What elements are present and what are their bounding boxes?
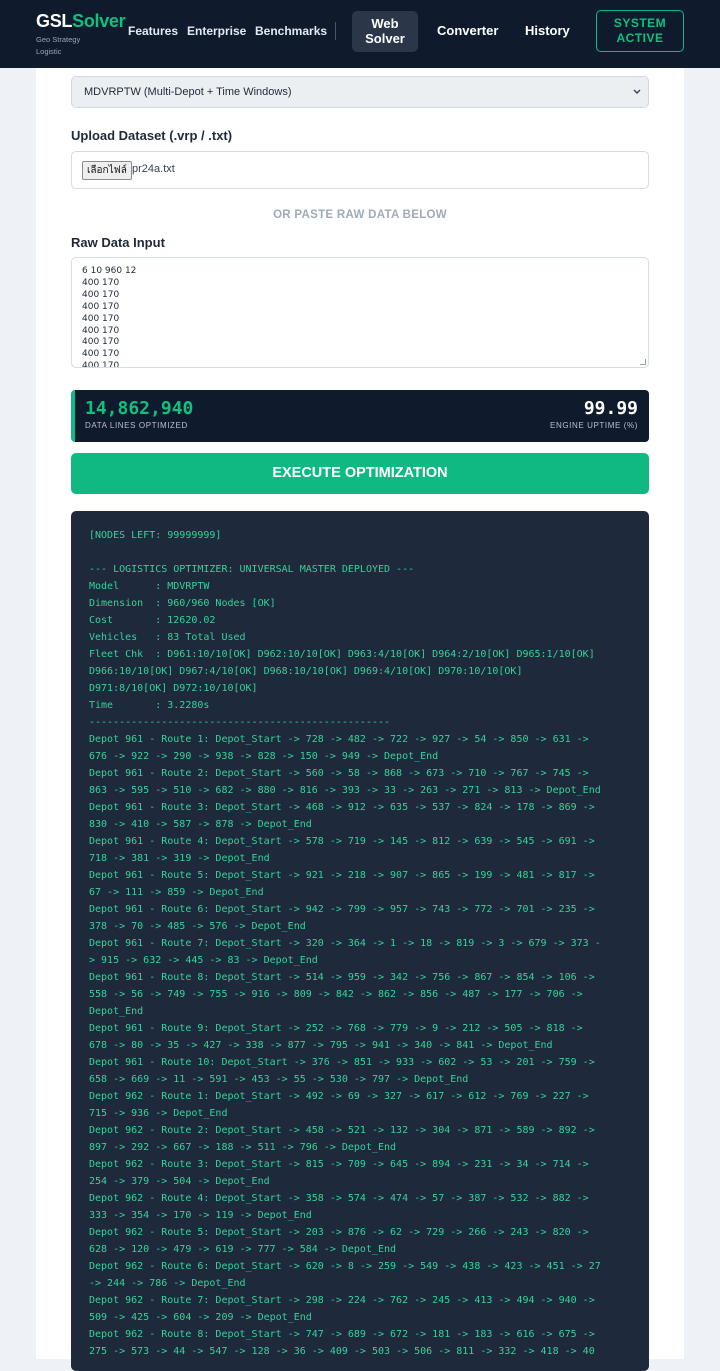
console-line: D966:10/10[OK] D967:4/10[OK] D968:10/10[… — [89, 666, 523, 677]
console-line: D971:8/10[OK] D972:10/10[OK] — [89, 683, 258, 694]
console-line: Depot 962 - Route 3: Depot_Start -> 815 … — [89, 1159, 589, 1170]
execute-optimization-button[interactable]: EXECUTE OPTIMIZATION — [71, 453, 649, 494]
console-line: Dimension : 960/960 Nodes [OK] — [89, 598, 276, 609]
raw-data-line: 400 170 — [82, 289, 120, 300]
console-line: Depot 961 - Route 3: Depot_Start -> 468 … — [89, 802, 595, 813]
console-line: Depot 961 - Route 1: Depot_Start -> 728 … — [89, 734, 589, 745]
selected-file-name: pr24a.txt — [132, 163, 175, 175]
console-line: Depot 961 - Route 2: Depot_Start -> 560 … — [89, 768, 589, 779]
console-line: Depot 962 - Route 6: Depot_Start -> 620 … — [89, 1261, 601, 1272]
console-line: 275 -> 573 -> 44 -> 547 -> 128 -> 36 -> … — [89, 1346, 595, 1357]
console-line: Depot_End — [89, 1006, 144, 1017]
console-line: --- LOGISTICS OPTIMIZER: UNIVERSAL MASTE… — [89, 564, 415, 575]
console-line: 378 -> 70 -> 485 -> 576 -> Depot_End — [89, 921, 306, 932]
console-line: Fleet Chk : D961:10/10[OK] D962:10/10[OK… — [89, 649, 595, 660]
nav-enterprise-link[interactable]: Enterprise — [187, 24, 246, 38]
nav-history-tab[interactable]: History — [525, 23, 570, 38]
console-line: Cost : 12620.02 — [89, 615, 216, 626]
console-line: 333 -> 354 -> 170 -> 119 -> Depot_End — [89, 1210, 312, 1221]
raw-data-content: 6 10 960 12 400 170 400 170 400 170 400 170 4… — [82, 266, 638, 368]
console-line: > 915 -> 632 -> 445 -> 83 -> Depot_End — [89, 955, 318, 966]
chevron-down-icon — [632, 77, 642, 119]
system-status-line1: SYSTEM — [613, 16, 667, 30]
nav-web-solver-line2: Solver — [365, 31, 405, 46]
upload-dataset-label: Upload Dataset (.vrp / .txt) — [71, 128, 233, 143]
or-paste-divider-text: OR PASTE RAW DATA BELOW — [273, 209, 447, 221]
console-line: 715 -> 936 -> Depot_End — [89, 1108, 228, 1119]
nav-divider — [335, 22, 336, 40]
console-line: 558 -> 56 -> 749 -> 755 -> 916 -> 809 ->… — [89, 989, 583, 1000]
raw-data-line: 400 170 — [82, 301, 120, 312]
raw-data-line: 400 170 — [82, 325, 120, 336]
engine-uptime-label: ENGINE UPTIME (%) — [550, 421, 638, 430]
console-line: 897 -> 292 -> 667 -> 188 -> 511 -> 796 -… — [89, 1142, 397, 1153]
console-line: Depot 961 - Route 9: Depot_Start -> 252 … — [89, 1023, 583, 1034]
brand-name-part2: Solver — [72, 11, 126, 31]
stats-panel: 14,862,940 DATA LINES OPTIMIZED 99.99 EN… — [71, 390, 649, 442]
nav-converter-tab[interactable]: Converter — [437, 23, 498, 38]
console-line: 718 -> 381 -> 319 -> Depot_End — [89, 853, 270, 864]
console-line: Depot 961 - Route 5: Depot_Start -> 921 … — [89, 870, 595, 881]
choose-file-button[interactable]: เลือกไฟล์ — [82, 161, 132, 180]
model-select[interactable]: MDVRPTW (Multi-Depot + Time Windows) — [71, 76, 649, 108]
raw-data-line: 400 170 — [82, 361, 120, 368]
console-line: 67 -> 111 -> 859 -> Depot_End — [89, 887, 264, 898]
console-line: Depot 962 - Route 8: Depot_Start -> 747 … — [89, 1329, 595, 1340]
console-line: ----------------------------------------… — [89, 717, 391, 728]
brand-logo[interactable]: GSLSolver Geo Strategy Logistic — [36, 11, 126, 58]
console-line: Model : MDVRPTW — [89, 581, 210, 592]
lines-optimized-label: DATA LINES OPTIMIZED — [85, 421, 188, 430]
raw-data-line: 400 170 — [82, 313, 120, 324]
console-line: 254 -> 379 -> 504 -> Depot_End — [89, 1176, 270, 1187]
console-line: 830 -> 410 -> 587 -> 878 -> Depot_End — [89, 819, 312, 830]
nav-features-link[interactable]: Features — [128, 24, 178, 38]
console-lines: [NODES LEFT: 99999999] --- LOGISTICS OPTI… — [89, 527, 631, 1360]
console-line: Depot 961 - Route 6: Depot_Start -> 942 … — [89, 904, 595, 915]
console-line: Vehicles : 83 Total Used — [89, 632, 246, 643]
lines-optimized-value: 14,862,940 — [85, 398, 194, 419]
brand-name: GSLSolver — [36, 11, 126, 32]
console-line: Depot 962 - Route 5: Depot_Start -> 203 … — [89, 1227, 589, 1238]
nav-web-solver-tab[interactable]: Web Solver — [352, 11, 418, 52]
raw-data-line: 400 170 — [82, 349, 120, 360]
model-select-value: MDVRPTW (Multi-Depot + Time Windows) — [84, 86, 292, 98]
dataset-file-input[interactable]: เลือกไฟล์ pr24a.txt — [71, 151, 649, 189]
brand-tagline-line1: Geo Strategy — [36, 35, 81, 44]
engine-uptime-value: 99.99 — [583, 398, 638, 419]
raw-data-line: 6 10 960 12 — [82, 266, 137, 276]
raw-data-label: Raw Data Input — [71, 235, 165, 250]
console-line: 676 -> 922 -> 290 -> 938 -> 828 -> 150 -… — [89, 751, 439, 762]
console-line: [NODES LEFT: 99999999] — [89, 530, 222, 541]
brand-tagline-line2: Logistic — [36, 47, 62, 56]
console-line: 678 -> 80 -> 35 -> 427 -> 338 -> 877 -> … — [89, 1040, 553, 1051]
console-line: -> 244 -> 786 -> Depot_End — [89, 1278, 246, 1289]
system-status-line2: ACTIVE — [616, 31, 664, 45]
raw-data-line: 400 170 — [82, 337, 120, 348]
console-line: Depot 962 - Route 4: Depot_Start -> 358 … — [89, 1193, 589, 1204]
console-line: Depot 962 - Route 1: Depot_Start -> 492 … — [89, 1091, 589, 1102]
console-line: 509 -> 425 -> 604 -> 209 -> Depot_End — [89, 1312, 312, 1323]
nav-benchmarks-link[interactable]: Benchmarks — [255, 24, 327, 38]
nav-web-solver-line1: Web — [371, 16, 399, 31]
system-status-badge[interactable]: SYSTEM ACTIVE — [596, 10, 684, 52]
console-line: Depot 961 - Route 10: Depot_Start -> 376… — [89, 1057, 595, 1068]
console-line: Depot 961 - Route 7: Depot_Start -> 320 … — [89, 938, 601, 949]
console-line: 628 -> 120 -> 479 -> 619 -> 777 -> 584 -… — [89, 1244, 397, 1255]
console-line: 863 -> 595 -> 510 -> 682 -> 880 -> 816 -… — [89, 785, 601, 796]
raw-data-textarea[interactable]: 6 10 960 12 400 170 400 170 400 170 400 170 4… — [71, 257, 649, 368]
console-line: Depot 962 - Route 2: Depot_Start -> 458 … — [89, 1125, 595, 1136]
console-line: Time : 3.2280s — [89, 700, 210, 711]
console-line: Depot 961 - Route 4: Depot_Start -> 578 … — [89, 836, 595, 847]
top-navbar: GSLSolver Geo Strategy Logistic Features… — [0, 0, 720, 68]
resize-handle-icon[interactable] — [640, 359, 646, 365]
console-line: Depot 961 - Route 8: Depot_Start -> 514 … — [89, 972, 595, 983]
console-line: 658 -> 669 -> 11 -> 591 -> 453 -> 55 -> … — [89, 1074, 469, 1085]
console-line: Depot 962 - Route 7: Depot_Start -> 298 … — [89, 1295, 595, 1306]
brand-name-part1: GSL — [36, 11, 73, 31]
raw-data-line: 400 170 — [82, 277, 120, 288]
optimization-console-output: [NODES LEFT: 99999999] --- LOGISTICS OPTI… — [71, 511, 649, 1371]
